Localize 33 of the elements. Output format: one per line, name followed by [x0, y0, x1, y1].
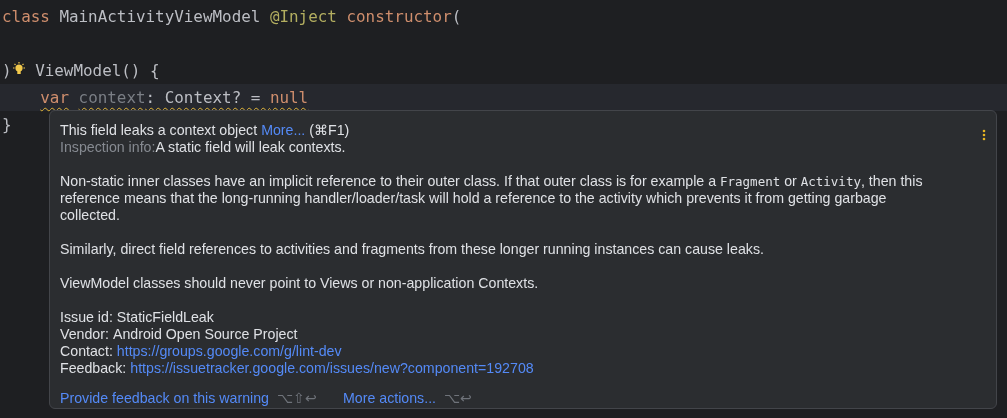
detail-label: Vendor: [60, 326, 109, 343]
shortcut-hint: (⌘F1) [309, 122, 350, 139]
description-paragraph: Non-static inner classes have an implicit reference to their outer class. If that outer class is for example a Fragment or Activity, then this reference means that the long-running handler/loader/task will hold a reference to the activity which prevents it from getting garbage collected. [60, 173, 924, 224]
detail-value: StaticFieldLeak [116, 309, 214, 326]
detail-label: Contact: [60, 343, 113, 360]
code-token: context [78, 88, 146, 107]
info-label: Inspection info: [60, 139, 156, 156]
code-token: ) [2, 61, 12, 80]
code-token: class [2, 7, 50, 26]
code-token: ViewModel() { [35, 61, 160, 80]
code-token: : Context? = [145, 88, 262, 107]
more-options-icon[interactable] [982, 129, 986, 141]
info-text: A static field will leak contexts. [155, 139, 346, 156]
action-link[interactable]: More actions... [343, 390, 437, 407]
code-token: null [269, 88, 309, 107]
more-link[interactable]: More... [261, 122, 306, 139]
detail-value: Android Open Source Project [112, 326, 298, 343]
action-link[interactable]: Provide feedback on this warning [60, 390, 269, 407]
code-token: ( [451, 7, 462, 26]
warning-message: This field leaks a context object [60, 122, 258, 139]
shortcut-hint: ⌥⇧↩ [277, 390, 317, 407]
shortcut-hint: ⌥↩ [444, 390, 473, 407]
detail-label: Issue id: [60, 309, 113, 326]
description-paragraph: ViewModel classes should never point to Views or non-application Contexts. [60, 275, 540, 292]
code-token: } [2, 115, 12, 134]
detail-label: Feedback: [60, 360, 127, 377]
code-token: @Inject [269, 7, 337, 26]
code-token: constructor [346, 7, 452, 26]
description-paragraph: Similarly, direct field references to activities and fragments from these longer running instances can cause leaks. [60, 241, 765, 258]
url-link[interactable]: https://groups.google.com/g/lint-dev [116, 343, 342, 360]
code-token: var [40, 88, 69, 107]
code-token: MainActivityViewModel [59, 7, 261, 26]
url-link[interactable]: https://issuetracker.google.com/issues/new?component=192708 [130, 360, 534, 377]
